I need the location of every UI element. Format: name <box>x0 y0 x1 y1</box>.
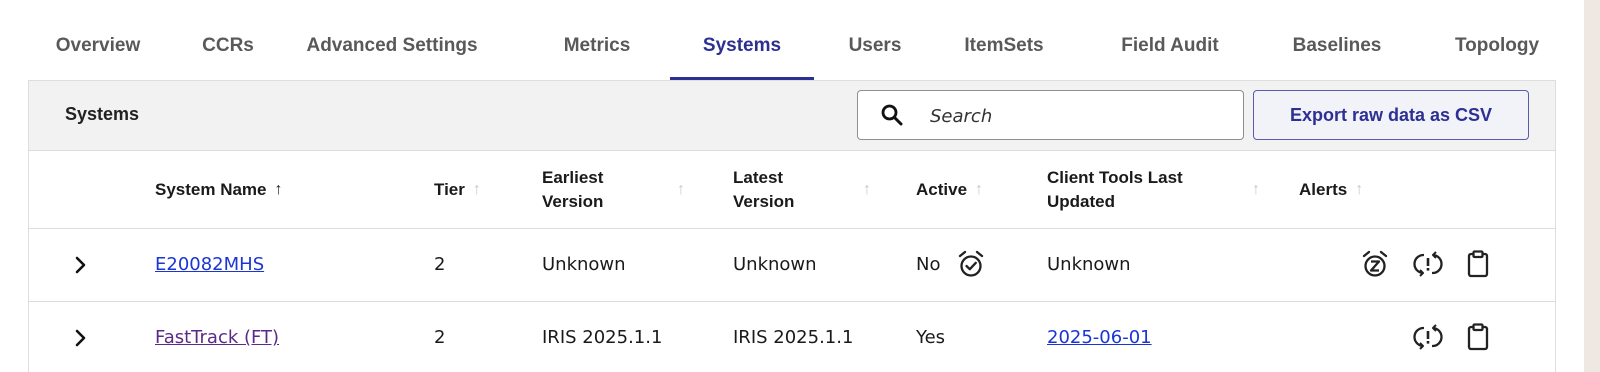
snooze-alarm-icon[interactable] <box>1360 249 1390 279</box>
search-input[interactable] <box>928 99 1232 133</box>
column-label: Earliest Version <box>542 168 604 211</box>
system-name-link[interactable]: FastTrack (FT) <box>155 302 279 372</box>
tab-topology[interactable]: Topology <box>1432 24 1562 80</box>
table-row: E20082MHS 2 Unknown Unknown No Unknown <box>29 229 1555 302</box>
table-row: FastTrack (FT) 2 IRIS 2025.1.1 IRIS 2025… <box>29 302 1555 372</box>
export-csv-button[interactable]: Export raw data as CSV <box>1253 90 1529 140</box>
tab-advanced-settings[interactable]: Advanced Settings <box>277 24 507 80</box>
sort-ascending-icon: ↑ <box>274 181 283 198</box>
table-toolbar: Systems Export raw data as CSV <box>29 81 1555 151</box>
tier-value: 2 <box>434 254 446 275</box>
latest-version-value: Unknown <box>733 254 817 275</box>
alarm-clock-check-icon <box>958 250 984 277</box>
sync-alert-icon[interactable] <box>1413 249 1443 279</box>
chevron-right-icon[interactable] <box>69 326 93 350</box>
column-label: Latest Version <box>733 168 795 211</box>
tier-value: 2 <box>434 327 446 348</box>
column-earliest-version[interactable]: Earliest Version ↑ <box>542 151 697 229</box>
tab-metrics[interactable]: Metrics <box>537 24 657 80</box>
table-header: System Name ↑ Tier ↑ Earliest Version ↑ … <box>29 151 1555 229</box>
sort-arrow-icon: ↑ <box>677 181 685 198</box>
active-value: Yes <box>916 327 946 348</box>
column-label: Client Tools Last Updated <box>1047 168 1183 211</box>
tab-users[interactable]: Users <box>830 24 920 80</box>
sort-arrow-icon: ↑ <box>472 181 481 198</box>
tab-field-audit[interactable]: Field Audit <box>1100 24 1240 80</box>
column-tier[interactable]: Tier ↑ <box>434 151 524 229</box>
latest-version-value: IRIS 2025.1.1 <box>733 327 854 348</box>
active-value: No <box>916 254 941 275</box>
systems-page: Overview CCRs Advanced Settings Metrics … <box>0 0 1600 372</box>
earliest-version-value: IRIS 2025.1.1 <box>542 327 663 348</box>
column-client-tools-last-updated[interactable]: Client Tools Last Updated ↑ <box>1047 151 1272 229</box>
column-system-name[interactable]: System Name ↑ <box>155 151 405 229</box>
chevron-right-icon[interactable] <box>69 253 93 277</box>
column-alerts[interactable]: Alerts ↑ <box>1299 151 1399 229</box>
tab-baselines[interactable]: Baselines <box>1272 24 1402 80</box>
clipboard-icon[interactable] <box>1463 322 1493 352</box>
column-label: Tier <box>434 180 465 199</box>
sort-arrow-icon: ↑ <box>863 181 871 198</box>
sort-arrow-icon: ↑ <box>975 181 984 198</box>
column-latest-version[interactable]: Latest Version ↑ <box>733 151 883 229</box>
page-scroll-edge <box>1584 0 1600 372</box>
client-tools-last-updated-value: Unknown <box>1047 254 1131 275</box>
clipboard-icon[interactable] <box>1463 249 1493 279</box>
tab-overview[interactable]: Overview <box>32 24 164 80</box>
column-label: Active <box>916 180 968 199</box>
sync-alert-icon[interactable] <box>1413 322 1443 352</box>
client-tools-last-updated-link[interactable]: 2025-06-01 <box>1047 302 1152 372</box>
column-label: Alerts <box>1299 180 1348 199</box>
column-label: System Name <box>155 180 267 199</box>
earliest-version-value: Unknown <box>542 254 626 275</box>
sort-arrow-icon: ↑ <box>1252 181 1260 198</box>
tab-ccrs[interactable]: CCRs <box>192 24 264 80</box>
tab-itemsets[interactable]: ItemSets <box>944 24 1064 80</box>
search-icon <box>881 104 903 126</box>
panel-title: Systems <box>65 104 140 124</box>
column-active[interactable]: Active ↑ <box>916 151 1036 229</box>
search-box[interactable] <box>857 90 1244 140</box>
systems-table-card: Systems Export raw data as CSV System Na… <box>28 80 1556 372</box>
sort-arrow-icon: ↑ <box>1355 181 1364 198</box>
tab-systems[interactable]: Systems <box>670 24 814 80</box>
system-name-link[interactable]: E20082MHS <box>155 229 264 301</box>
tab-bar: Overview CCRs Advanced Settings Metrics … <box>32 24 1568 80</box>
